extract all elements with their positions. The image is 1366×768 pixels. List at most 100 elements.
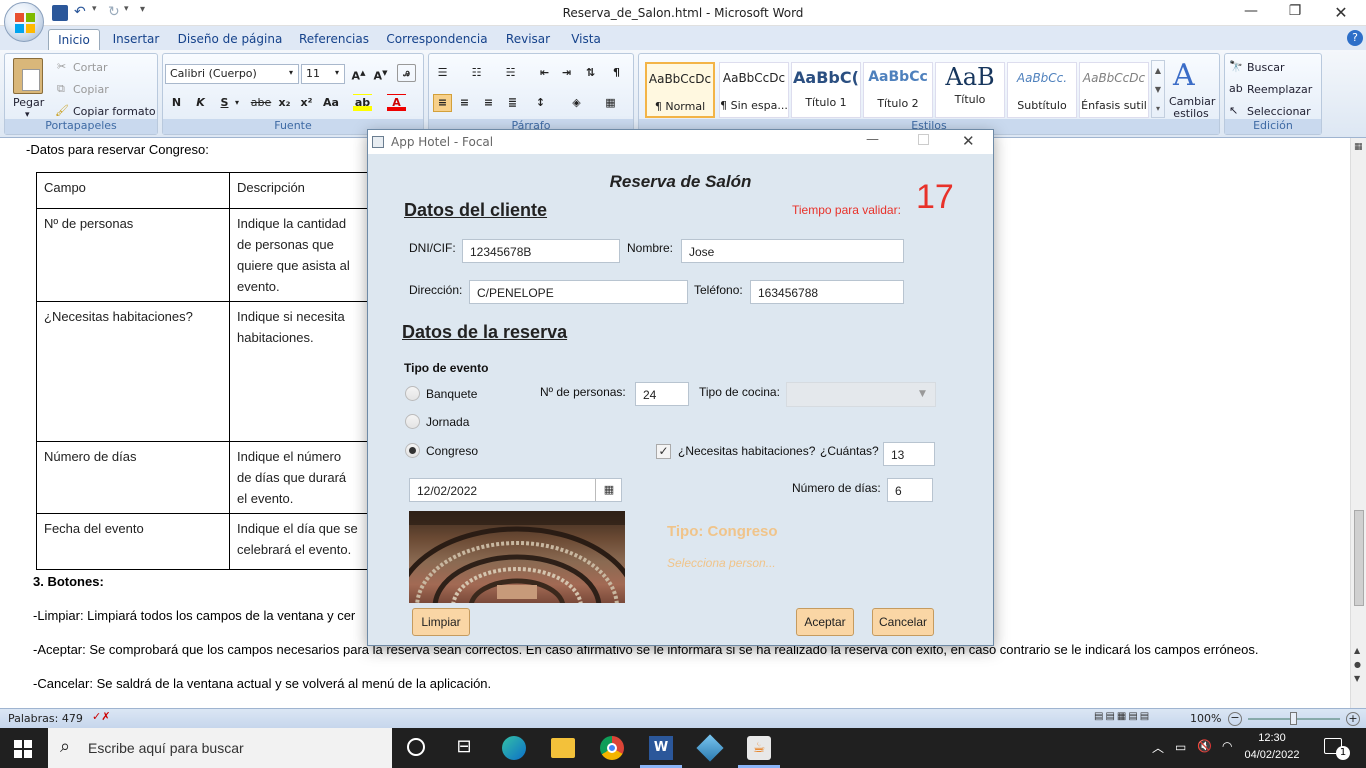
numbering-icon[interactable]: ☷ [467, 64, 486, 82]
style-subtitle[interactable]: AaBbCc. Subtítulo [1007, 62, 1077, 118]
clear-format-icon[interactable]: ꭿ [397, 64, 416, 82]
grow-font-icon[interactable]: A▲ [349, 64, 368, 83]
name-input[interactable]: Jose [681, 239, 904, 263]
rooms-label[interactable]: ¿Necesitas habitaciones? [678, 444, 815, 458]
dialog-minimize-button[interactable]: — [866, 132, 879, 147]
cuisine-select[interactable]: ▼ [786, 382, 936, 407]
browse-buttons-icon[interactable]: ▲ ● ▼ [1354, 644, 1361, 686]
multilevel-icon[interactable]: ☵ [501, 64, 520, 82]
underline-button[interactable]: S [215, 94, 234, 112]
select-button[interactable]: Seleccionar [1247, 105, 1311, 118]
decrease-indent-icon[interactable]: ⇤ [535, 64, 554, 82]
tab-revisar[interactable]: Revisar [502, 29, 554, 50]
dialog-maximize-button[interactable] [918, 134, 929, 145]
view-buttons-icon[interactable]: ▤▤▦▤▤ [1094, 711, 1184, 725]
edge-icon[interactable] [502, 736, 526, 760]
bullets-icon[interactable]: ☰ [433, 64, 452, 82]
how-many-input[interactable]: 13 [883, 442, 935, 466]
close-button[interactable]: ✕ [1318, 3, 1364, 23]
font-size-dropdown-icon[interactable]: ▾ [335, 68, 339, 77]
windows-start-icon[interactable] [14, 740, 32, 758]
word-count[interactable]: Palabras: 479 [8, 712, 83, 725]
tab-referencias[interactable]: Referencias [296, 29, 372, 50]
font-name-combo[interactable]: Calibri (Cuerpo) [165, 64, 299, 84]
save-icon[interactable] [52, 5, 68, 21]
rooms-checkbox[interactable]: ✓ [656, 444, 671, 459]
pilcrow-icon[interactable]: ¶ [607, 64, 626, 82]
shrink-font-icon[interactable]: A▼ [371, 64, 390, 83]
radio-banquete-label[interactable]: Banquete [426, 387, 477, 401]
zoom-level[interactable]: 100% [1190, 712, 1221, 725]
help-icon[interactable]: ? [1347, 30, 1363, 46]
align-right-icon[interactable]: ≡ [479, 94, 498, 112]
strikethrough-button[interactable]: abe [249, 94, 273, 112]
tray-chevron-icon[interactable]: ︿ [1152, 739, 1164, 756]
style-heading2[interactable]: AaBbCc Título 2 [863, 62, 933, 118]
shading-icon[interactable]: ◈ [567, 94, 586, 112]
cut-button[interactable]: Cortar [73, 61, 108, 74]
wifi-icon[interactable]: ◠ [1222, 739, 1232, 753]
styles-scroll-icon[interactable]: ▲ ▼ ▾ [1151, 60, 1165, 118]
cancel-button[interactable]: Cancelar [872, 608, 934, 636]
tab-inicio[interactable]: Inicio [48, 29, 100, 50]
undo-dropdown-icon[interactable]: ▾ [92, 4, 97, 14]
customize-qat-icon[interactable]: ▾ [140, 4, 145, 15]
radio-jornada-label[interactable]: Jornada [426, 415, 469, 429]
borders-icon[interactable]: ▦ [601, 94, 620, 112]
tab-insertar[interactable]: Insertar [108, 29, 164, 50]
line-spacing-icon[interactable]: ↕ [531, 94, 550, 112]
paste-icon[interactable] [13, 58, 43, 94]
tab-diseno[interactable]: Diseño de página [176, 29, 284, 50]
zoom-out-icon[interactable]: − [1228, 712, 1242, 726]
style-subtle-emphasis[interactable]: AaBbCcDc Énfasis sutil [1079, 62, 1149, 118]
tab-vista[interactable]: Vista [566, 29, 606, 50]
word-taskbar-icon[interactable]: W [649, 736, 673, 760]
chrome-icon[interactable] [600, 736, 624, 760]
sort-icon[interactable]: ⇅ [581, 64, 600, 82]
font-name-dropdown-icon[interactable]: ▾ [289, 68, 293, 77]
style-heading1[interactable]: AaBbC( Título 1 [791, 62, 861, 118]
justify-icon[interactable]: ≣ [503, 94, 522, 112]
align-left-icon[interactable]: ≡ [433, 94, 452, 112]
tab-correspondencia[interactable]: Correspondencia [384, 29, 490, 50]
office-button[interactable] [4, 2, 44, 42]
clock-date[interactable]: 04/02/2022 [1244, 749, 1300, 761]
ruler-toggle-icon[interactable]: ▦ [1354, 142, 1363, 152]
radio-banquete[interactable] [405, 386, 420, 401]
increase-indent-icon[interactable]: ⇥ [557, 64, 576, 82]
battery-icon[interactable]: ▭ [1175, 740, 1186, 754]
align-center-icon[interactable]: ≡ [455, 94, 474, 112]
superscript-button[interactable]: x² [297, 94, 316, 112]
radio-congreso-label[interactable]: Congreso [426, 444, 478, 458]
taskbar-search[interactable]: ⌕ Escribe aquí para buscar [48, 728, 392, 768]
clock-time[interactable]: 12:30 [1250, 732, 1294, 744]
change-case-button[interactable]: Aa [319, 94, 343, 112]
radio-congreso[interactable] [405, 443, 420, 458]
copy-button[interactable]: Copiar [73, 83, 109, 96]
minimize-button[interactable]: — [1228, 3, 1274, 23]
style-no-spacing[interactable]: AaBbCcDc ¶ Sin espa... [719, 62, 789, 118]
zoom-slider-thumb[interactable] [1290, 712, 1297, 725]
dialog-close-button[interactable]: ✕ [962, 132, 975, 150]
address-input[interactable]: C/PENELOPE [469, 280, 688, 304]
radio-jornada[interactable] [405, 414, 420, 429]
bold-button[interactable]: N [167, 94, 186, 112]
phone-input[interactable]: 163456788 [750, 280, 904, 304]
underline-dropdown-icon[interactable]: ▾ [235, 98, 239, 107]
paste-button[interactable]: Pegar [13, 96, 44, 109]
replace-button[interactable]: Reemplazar [1247, 83, 1312, 96]
vertical-scrollbar[interactable]: ▦ ▲ ● ▼ [1350, 138, 1366, 708]
find-button[interactable]: Buscar [1247, 61, 1285, 74]
style-title[interactable]: AaB Título [935, 62, 1005, 118]
date-input[interactable]: 12/02/2022 [409, 478, 622, 502]
task-view-icon[interactable]: ⊟ [452, 736, 476, 760]
undo-icon[interactable]: ↶ [74, 4, 86, 20]
proofing-icon[interactable]: ✓✗ [92, 710, 110, 723]
zoom-in-icon[interactable]: + [1346, 712, 1360, 726]
dni-input[interactable]: 12345678B [462, 239, 620, 263]
virtualbox-icon[interactable] [696, 734, 724, 762]
font-color-icon[interactable]: A [387, 94, 406, 112]
change-styles-icon[interactable]: A [1173, 58, 1195, 93]
format-painter-button[interactable]: Copiar formato [73, 105, 156, 118]
highlight-icon[interactable]: ab [353, 94, 372, 112]
